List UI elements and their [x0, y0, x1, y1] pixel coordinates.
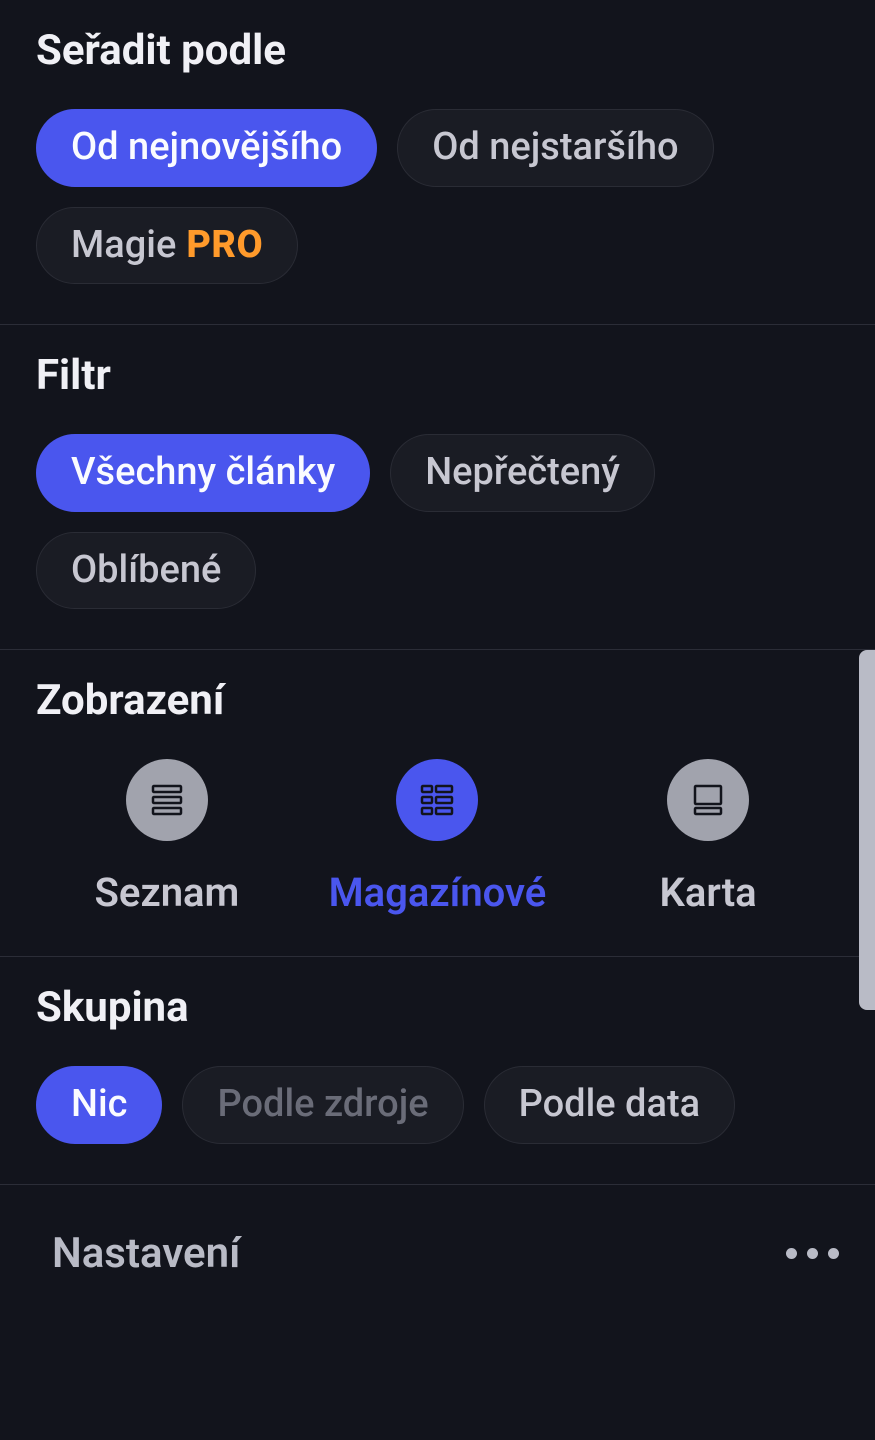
- view-option-list[interactable]: Seznam: [67, 759, 267, 916]
- filter-option-unread[interactable]: Nepřečtený: [390, 434, 655, 512]
- sort-chips: Od nejnovějšího Od nejstaršího Magie PRO: [36, 109, 839, 284]
- settings-row[interactable]: Nastavení: [0, 1185, 875, 1308]
- more-icon[interactable]: [786, 1248, 839, 1259]
- filter-title: Filtr: [36, 351, 839, 400]
- magazine-icon: [396, 759, 478, 841]
- view-options: Seznam Magazínové: [36, 759, 839, 916]
- settings-label: Nastavení: [52, 1229, 240, 1278]
- list-icon: [126, 759, 208, 841]
- view-option-card[interactable]: Karta: [608, 759, 808, 916]
- chip-label: Od nejstaršího: [432, 124, 678, 172]
- sort-title: Seřadit podle: [36, 26, 839, 75]
- chip-label: Magie: [71, 222, 176, 270]
- group-option-by-date[interactable]: Podle data: [484, 1066, 736, 1144]
- pro-badge: PRO: [186, 222, 263, 270]
- scrollbar-thumb[interactable]: [859, 650, 875, 1010]
- view-title: Zobrazení: [36, 676, 839, 725]
- filter-chips: Všechny články Nepřečtený Oblíbené: [36, 434, 839, 609]
- view-section: Zobrazení Seznam: [0, 650, 875, 957]
- chip-label: Podle data: [519, 1081, 701, 1129]
- view-label: Magazínové: [329, 869, 547, 916]
- group-option-by-source[interactable]: Podle zdroje: [182, 1066, 463, 1144]
- sort-option-oldest[interactable]: Od nejstaršího: [397, 109, 713, 187]
- group-section: Skupina Nic Podle zdroje Podle data: [0, 957, 875, 1185]
- filter-option-all[interactable]: Všechny články: [36, 434, 370, 512]
- group-option-none[interactable]: Nic: [36, 1066, 162, 1144]
- chip-label: Nepřečtený: [425, 449, 620, 497]
- group-title: Skupina: [36, 983, 839, 1032]
- view-label: Seznam: [95, 869, 240, 916]
- filter-section: Filtr Všechny články Nepřečtený Oblíbené: [0, 325, 875, 650]
- sort-section: Seřadit podle Od nejnovějšího Od nejstar…: [0, 0, 875, 325]
- chip-label: Nic: [71, 1081, 127, 1129]
- chip-label: Od nejnovějšího: [71, 124, 342, 172]
- chip-label: Všechny články: [71, 449, 335, 497]
- filter-option-favorite[interactable]: Oblíbené: [36, 532, 256, 610]
- sort-option-magic[interactable]: Magie PRO: [36, 207, 298, 285]
- card-icon: [667, 759, 749, 841]
- chip-label: Oblíbené: [71, 547, 221, 595]
- view-label: Karta: [660, 869, 757, 916]
- view-option-magazine[interactable]: Magazínové: [329, 759, 547, 916]
- group-chips: Nic Podle zdroje Podle data: [36, 1066, 839, 1144]
- sort-option-newest[interactable]: Od nejnovějšího: [36, 109, 377, 187]
- chip-label: Podle zdroje: [217, 1081, 428, 1129]
